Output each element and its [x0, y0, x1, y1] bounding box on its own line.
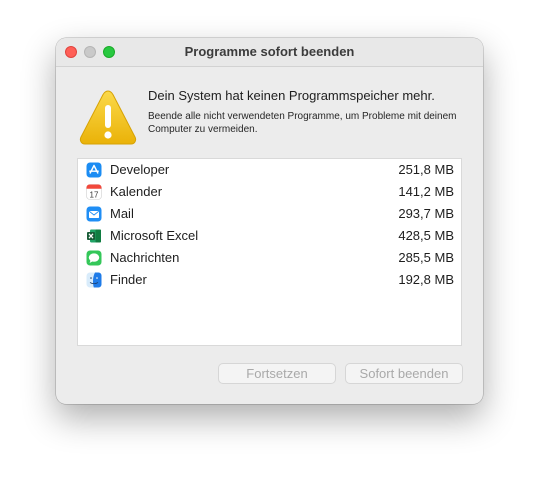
calendar-day: 17	[90, 191, 99, 200]
mail-icon	[86, 206, 102, 222]
app-memory: 251,8 MB	[398, 162, 454, 177]
app-memory: 428,5 MB	[398, 228, 454, 243]
app-name: Finder	[110, 272, 147, 287]
app-name: Microsoft Excel	[110, 228, 199, 243]
warning-icon	[79, 90, 137, 145]
app-row[interactable]: Developer 251,8 MB	[78, 159, 461, 181]
force-quit-button[interactable]: Sofort beenden	[345, 363, 463, 384]
app-memory: 192,8 MB	[398, 272, 454, 287]
app-name: Developer	[110, 162, 170, 177]
excel-icon	[87, 229, 101, 243]
app-store-icon	[86, 162, 102, 178]
headline-text: Dein System hat keinen Programmspeicher …	[148, 88, 435, 103]
app-name: Kalender	[110, 184, 163, 199]
messages-icon	[86, 250, 102, 266]
app-memory: 141,2 MB	[398, 184, 454, 199]
detail-text: Beende alle nicht verwendeten Programme,…	[148, 111, 457, 135]
app-list[interactable]: Developer 251,8 MB 17 Kalender 141,2 MB …	[77, 158, 462, 346]
app-name: Mail	[110, 206, 134, 221]
app-row[interactable]: Microsoft Excel 428,5 MB	[78, 225, 461, 247]
force-quit-window: Programme sofort beenden Dein System hat…	[56, 38, 483, 404]
app-memory: 293,7 MB	[398, 206, 454, 221]
app-row[interactable]: Nachrichten 285,5 MB	[78, 247, 461, 269]
title-bar: Programme sofort beenden	[56, 38, 483, 67]
calendar-icon: 17	[86, 184, 102, 200]
app-name: Nachrichten	[110, 250, 180, 265]
window-title: Programme sofort beenden	[184, 44, 355, 59]
app-memory: 285,5 MB	[398, 250, 454, 265]
finder-icon	[86, 272, 102, 288]
app-row[interactable]: Mail 293,7 MB	[78, 203, 461, 225]
continue-button[interactable]: Fortsetzen	[218, 363, 336, 384]
app-row[interactable]: 17 Kalender 141,2 MB	[78, 181, 461, 203]
app-row[interactable]: Finder 192,8 MB	[78, 269, 461, 291]
